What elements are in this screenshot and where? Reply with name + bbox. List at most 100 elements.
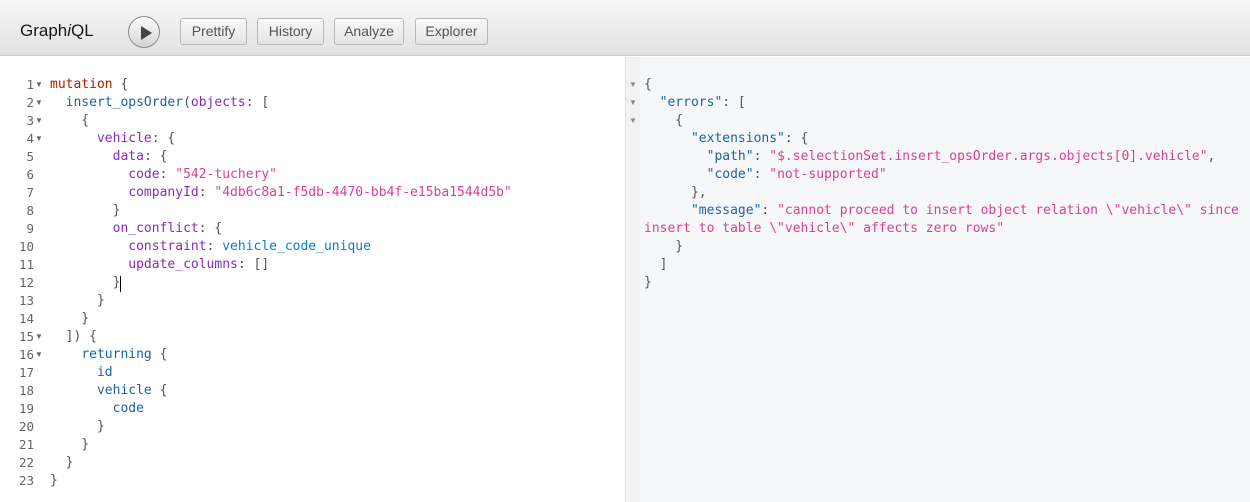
line-number: 12 bbox=[18, 275, 34, 290]
prettify-button[interactable]: Prettify bbox=[180, 18, 247, 45]
code-token: } bbox=[50, 311, 90, 326]
code-line[interactable]: vehicle { bbox=[50, 382, 167, 400]
code-token: companyId bbox=[128, 185, 199, 200]
code-token: : [ bbox=[245, 95, 270, 110]
fold-arrow-icon[interactable]: ▼ bbox=[629, 76, 637, 94]
code-token: objects bbox=[190, 95, 246, 110]
line-number: 15 bbox=[18, 329, 34, 344]
result-token: }, bbox=[644, 185, 707, 200]
code-line[interactable]: { bbox=[50, 112, 89, 130]
code-line[interactable]: vehicle: { bbox=[50, 130, 175, 148]
play-icon bbox=[141, 26, 152, 40]
code-line[interactable]: constraint: vehicle_code_unique bbox=[50, 238, 371, 256]
result-line: "message": "cannot proceed to insert obj… bbox=[644, 202, 1239, 220]
code-line[interactable]: } bbox=[50, 472, 58, 490]
code-token: returning bbox=[81, 347, 152, 362]
code-line[interactable]: on_conflict: { bbox=[50, 220, 223, 238]
line-number: 22 bbox=[18, 455, 34, 470]
execute-query-button[interactable] bbox=[128, 16, 160, 48]
code-line[interactable]: } bbox=[50, 202, 121, 220]
line-number: 20 bbox=[18, 419, 34, 434]
code-line[interactable]: } bbox=[50, 274, 121, 292]
code-token: vehicle bbox=[96, 383, 152, 398]
fold-arrow-icon[interactable]: ▼ bbox=[35, 112, 43, 130]
line-number: 9 bbox=[26, 221, 34, 236]
code-line[interactable]: ]) { bbox=[50, 328, 97, 346]
result-token bbox=[644, 95, 660, 110]
result-token: } bbox=[644, 275, 652, 290]
code-token: ]) { bbox=[50, 329, 97, 344]
result-token bbox=[644, 131, 691, 146]
code-line[interactable]: code bbox=[50, 400, 144, 418]
result-viewer bbox=[640, 57, 1250, 502]
result-token: : bbox=[753, 149, 770, 164]
code-line[interactable]: } bbox=[50, 454, 74, 472]
fold-arrow-icon[interactable]: ▼ bbox=[629, 112, 637, 130]
line-number: 1 bbox=[26, 77, 34, 92]
line-number: 14 bbox=[18, 311, 34, 326]
toolbar: GraphiQL Prettify History Analyze Explor… bbox=[0, 0, 1250, 56]
result-token: "errors" bbox=[659, 95, 723, 110]
result-line: } bbox=[644, 238, 683, 256]
result-token: , bbox=[1207, 149, 1216, 164]
code-line[interactable]: update_columns: [] bbox=[50, 256, 269, 274]
result-line: }, bbox=[644, 184, 707, 202]
fold-arrow-icon[interactable]: ▼ bbox=[35, 76, 43, 94]
code-token: on_conflict bbox=[112, 221, 199, 236]
code-line[interactable]: data: { bbox=[50, 148, 168, 166]
result-token: ] bbox=[644, 257, 668, 272]
result-token bbox=[644, 203, 691, 218]
code-line[interactable]: id bbox=[50, 364, 113, 382]
code-token: code bbox=[128, 167, 160, 182]
analyze-button[interactable]: Analyze bbox=[334, 18, 404, 45]
code-line[interactable]: } bbox=[50, 436, 89, 454]
code-token: mutation bbox=[50, 77, 113, 92]
result-token: "$.selectionSet.insert_opsOrder.args.obj… bbox=[769, 149, 1208, 164]
code-line[interactable]: companyId: "4db6c8a1-f5db-4470-bb4f-e15b… bbox=[50, 184, 512, 202]
line-number: 16 bbox=[18, 347, 34, 362]
result-line: { bbox=[644, 112, 683, 130]
result-line: insert to table \"vehicle\" affects zero… bbox=[644, 220, 1004, 238]
code-token: : bbox=[198, 185, 215, 200]
code-line[interactable]: returning { bbox=[50, 346, 167, 364]
line-number: 2 bbox=[26, 95, 34, 110]
code-token: data bbox=[112, 149, 144, 164]
code-line[interactable]: mutation { bbox=[50, 76, 128, 94]
fold-arrow-icon[interactable]: ▼ bbox=[629, 94, 637, 112]
history-button[interactable]: History bbox=[257, 18, 324, 45]
code-line[interactable]: } bbox=[50, 292, 105, 310]
result-token: { bbox=[644, 113, 684, 128]
code-line[interactable]: } bbox=[50, 310, 89, 328]
code-token: : { bbox=[198, 221, 223, 236]
code-token: { bbox=[151, 347, 168, 362]
line-number: 21 bbox=[18, 437, 34, 452]
graphiql-logo: GraphiQL bbox=[20, 21, 94, 40]
fold-arrow-icon[interactable]: ▼ bbox=[35, 130, 43, 148]
code-line[interactable]: } bbox=[50, 418, 105, 436]
code-line[interactable]: code: "542-tuchery" bbox=[50, 166, 277, 184]
line-number: 5 bbox=[26, 149, 34, 164]
result-line: } bbox=[644, 274, 652, 292]
line-number: 10 bbox=[18, 239, 34, 254]
result-token bbox=[644, 167, 707, 182]
fold-arrow-icon[interactable]: ▼ bbox=[35, 94, 43, 112]
code-token: { bbox=[112, 77, 129, 92]
fold-arrow-icon[interactable]: ▼ bbox=[35, 328, 43, 346]
code-token: constraint bbox=[128, 239, 207, 254]
code-token: code bbox=[112, 401, 144, 416]
explorer-button[interactable]: Explorer bbox=[415, 18, 488, 45]
code-line[interactable]: insert_opsOrder(objects: [ bbox=[50, 94, 270, 112]
code-token: { bbox=[50, 113, 90, 128]
code-token: { bbox=[151, 383, 168, 398]
fold-arrow-icon[interactable]: ▼ bbox=[35, 346, 43, 364]
code-token: } bbox=[50, 293, 105, 308]
result-token: : { bbox=[784, 131, 809, 146]
